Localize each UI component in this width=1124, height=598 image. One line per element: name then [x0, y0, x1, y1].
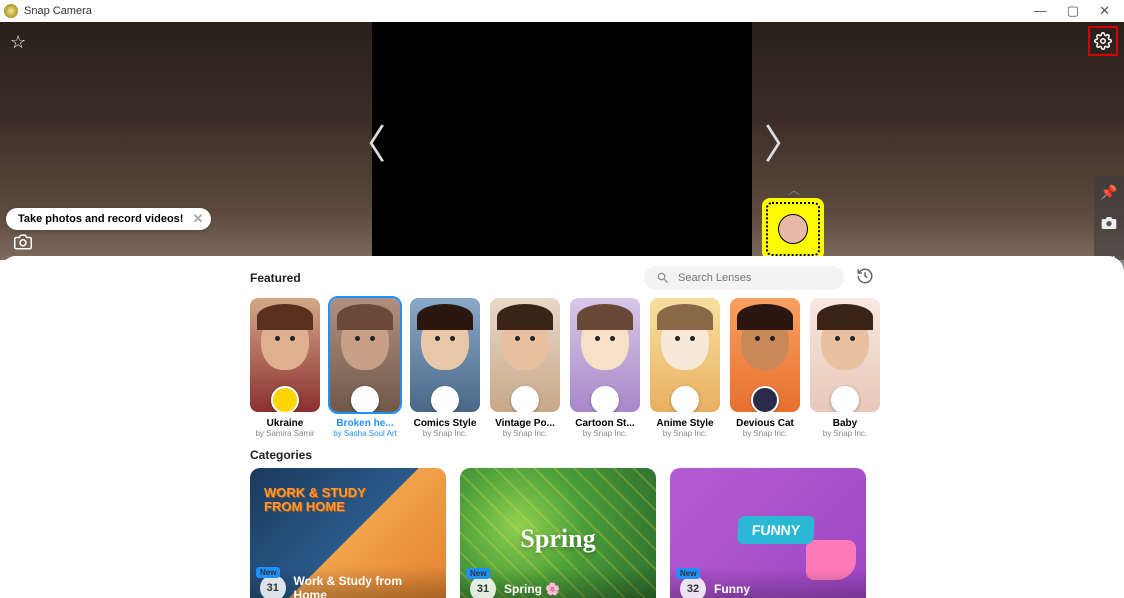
close-button[interactable]: ✕	[1099, 3, 1110, 19]
lens-author: by Sasha Soul Art	[330, 429, 400, 438]
category-label: Work & Study from Home	[294, 574, 436, 598]
lens-badge-icon	[671, 386, 699, 412]
camera-area: ☆ 〈 〉 ︿ Take photos and record videos! ✕	[0, 22, 1124, 260]
favorite-button[interactable]: ☆	[10, 32, 26, 53]
lens-card[interactable]: Ukraine by Samira Samir	[250, 298, 320, 438]
lens-badge-icon	[431, 386, 459, 412]
lens-badge-icon	[831, 386, 859, 412]
capture-button[interactable]	[14, 233, 32, 256]
app-icon	[4, 4, 18, 18]
category-count: New 32	[680, 576, 706, 598]
minimize-button[interactable]: —	[1034, 3, 1047, 19]
category-label: Spring 🌸	[504, 582, 560, 596]
capture-tooltip: Take photos and record videos! ✕	[6, 208, 211, 230]
lens-thumbnail	[250, 298, 320, 412]
new-badge: New	[256, 567, 280, 578]
lens-card[interactable]: Cartoon St... by Snap Inc.	[570, 298, 640, 438]
history-icon	[856, 267, 874, 285]
category-card[interactable]: New 32 Funny	[670, 468, 866, 598]
lens-card[interactable]: Baby by Snap Inc.	[810, 298, 880, 438]
maximize-button[interactable]: ▢	[1067, 3, 1079, 19]
search-input[interactable]	[678, 272, 832, 284]
snapcode-panel: ︿	[762, 181, 826, 260]
lens-badge-icon	[751, 386, 779, 412]
lens-card[interactable]: Comics Style by Snap Inc.	[410, 298, 480, 438]
category-overlay: New 32 Funny	[670, 568, 866, 598]
video-preview	[372, 22, 752, 260]
new-badge: New	[466, 568, 490, 579]
window-controls: — ▢ ✕	[1034, 3, 1120, 19]
category-count: New 31	[470, 576, 496, 598]
lens-name: Baby	[810, 418, 880, 429]
lens-name: Comics Style	[410, 418, 480, 429]
chevron-up-icon[interactable]: ︿	[762, 181, 826, 198]
lens-badge-icon	[351, 386, 379, 412]
lens-name: Ukraine	[250, 418, 320, 429]
lens-thumbnail	[330, 298, 400, 412]
featured-title: Featured	[250, 271, 301, 285]
camera-side-icon[interactable]	[1101, 215, 1117, 234]
category-overlay: New 31 Spring 🌸	[460, 568, 656, 598]
lens-author: by Snap Inc.	[810, 429, 880, 438]
lens-thumbnail	[490, 298, 560, 412]
lens-card[interactable]: Broken he... by Sasha Soul Art	[330, 298, 400, 438]
history-button[interactable]	[856, 267, 874, 290]
search-box[interactable]	[644, 266, 844, 290]
category-card[interactable]: New 31 Spring 🌸	[460, 468, 656, 598]
lens-thumbnail	[570, 298, 640, 412]
lens-author: by Snap Inc.	[410, 429, 480, 438]
category-count: New 31	[260, 575, 286, 598]
lens-thumbnail	[650, 298, 720, 412]
categories-row: New 31 Work & Study from Home New 31 Spr…	[0, 468, 1124, 598]
snapcode[interactable]	[762, 198, 824, 260]
gear-icon	[1094, 32, 1112, 50]
categories-title: Categories	[0, 438, 1124, 468]
next-lens-button[interactable]: 〉	[764, 112, 804, 170]
lens-badge-icon	[271, 386, 299, 412]
lens-name: Vintage Po...	[490, 418, 560, 429]
lens-thumbnail	[410, 298, 480, 412]
lens-author: by Snap Inc.	[650, 429, 720, 438]
lens-content: Featured Ukraine by Samira Samir Broken …	[0, 256, 1124, 598]
lens-card[interactable]: Anime Style by Snap Inc.	[650, 298, 720, 438]
lens-name: Broken he...	[330, 418, 400, 429]
lens-author: by Snap Inc.	[730, 429, 800, 438]
category-label: Funny	[714, 582, 750, 596]
featured-header: Featured	[0, 266, 1124, 298]
lens-badge-icon	[591, 386, 619, 412]
lens-thumbnail	[810, 298, 880, 412]
lens-badge-icon	[511, 386, 539, 412]
titlebar: Snap Camera — ▢ ✕	[0, 0, 1124, 22]
lens-thumbnail	[730, 298, 800, 412]
tooltip-text: Take photos and record videos!	[18, 213, 183, 225]
camera-icon	[14, 233, 32, 251]
lens-name: Cartoon St...	[570, 418, 640, 429]
category-overlay: New 31 Work & Study from Home	[250, 566, 446, 598]
tooltip-close-button[interactable]: ✕	[193, 211, 204, 227]
prev-lens-button[interactable]: 〈	[346, 112, 386, 170]
settings-button[interactable]	[1088, 26, 1118, 56]
category-card[interactable]: New 31 Work & Study from Home	[250, 468, 446, 598]
search-icon	[656, 271, 670, 285]
window-title: Snap Camera	[24, 5, 92, 17]
lens-author: by Snap Inc.	[570, 429, 640, 438]
new-badge: New	[676, 568, 700, 579]
pin-icon[interactable]: 📌	[1100, 184, 1117, 201]
lens-author: by Samira Samir	[250, 429, 320, 438]
featured-lens-row: Ukraine by Samira Samir Broken he... by …	[0, 298, 1124, 438]
lens-card[interactable]: Devious Cat by Snap Inc.	[730, 298, 800, 438]
lens-name: Anime Style	[650, 418, 720, 429]
lens-author: by Snap Inc.	[490, 429, 560, 438]
lens-name: Devious Cat	[730, 418, 800, 429]
lens-card[interactable]: Vintage Po... by Snap Inc.	[490, 298, 560, 438]
